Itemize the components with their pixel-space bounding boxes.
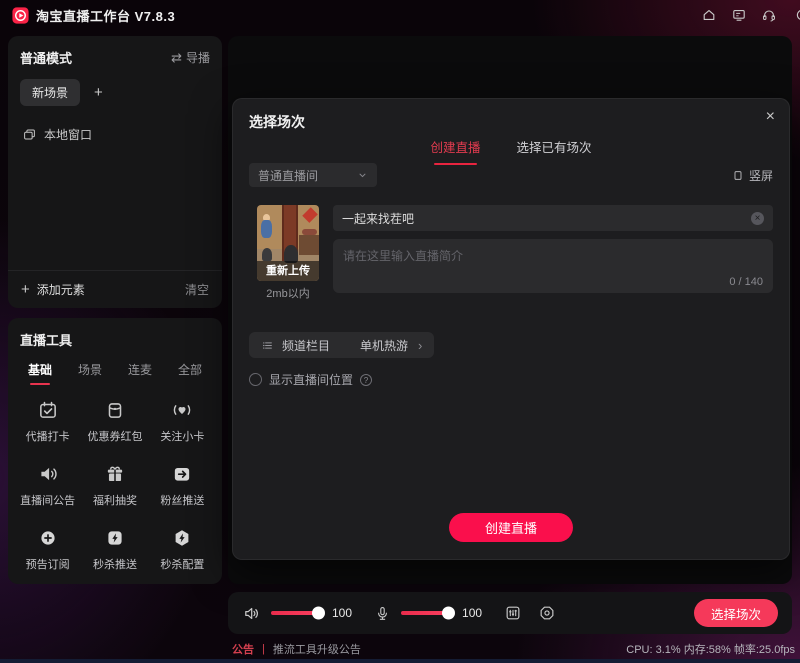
volume-slider-knob[interactable] [312, 607, 325, 620]
notice-tag: 公告 [232, 641, 254, 657]
tool-tab-scene[interactable]: 场景 [78, 361, 102, 385]
cover-size-hint: 2mb以内 [257, 285, 319, 301]
location-label: 显示直播间位置 [269, 371, 353, 388]
tab-select-existing[interactable]: 选择已有场次 [517, 137, 592, 165]
announcement-bar[interactable]: 公告 | 推流工具升级公告 [232, 641, 361, 657]
announcement-icon [37, 463, 59, 485]
portrait-mode-toggle[interactable]: 竖屏 [732, 163, 773, 187]
calendar-check-icon [37, 399, 59, 421]
mic-icon[interactable] [374, 605, 391, 622]
reupload-button[interactable]: 重新上传 [257, 261, 319, 281]
notice-text: 推流工具升级公告 [273, 641, 361, 657]
add-scene-icon[interactable]: + [94, 84, 103, 101]
help-icon[interactable]: ? [360, 374, 372, 386]
live-title-field: × [333, 205, 773, 231]
settings-icon[interactable] [538, 604, 556, 622]
cover-image[interactable]: 重新上传 [257, 205, 319, 281]
location-checkbox[interactable] [249, 373, 262, 386]
tools-panel-title: 直播工具 [20, 330, 72, 349]
cover-art-figure [302, 229, 317, 236]
more-icon[interactable] [791, 7, 800, 23]
fan-push-icon [171, 463, 193, 485]
cover-art-figure [261, 220, 272, 238]
select-session-button[interactable]: 选择场次 [694, 599, 778, 627]
mic-slider[interactable] [401, 611, 453, 615]
char-counter: 0 / 140 [729, 276, 763, 288]
tool-coupon-redpacket[interactable]: 优惠券红包 [81, 399, 148, 444]
tool-welfare-lottery[interactable]: 福利抽奖 [81, 463, 148, 508]
mic-slider-knob[interactable] [442, 607, 455, 620]
scene-panel: 普通模式 ⇄ 导播 新场景 + 本地窗口 + 添加元素 清空 [8, 36, 222, 308]
category-selector[interactable]: 频道栏目 单机热游 › [249, 332, 434, 358]
mic-value: 100 [462, 606, 482, 620]
show-location-option[interactable]: 显示直播间位置 ? [249, 371, 372, 388]
add-element-label: 添加元素 [37, 281, 85, 298]
live-tools-panel: 直播工具 基础 场景 连麦 全部 代播打卡 [8, 318, 222, 584]
tool-tab-basic[interactable]: 基础 [28, 361, 52, 385]
app-title: 淘宝直播工作台 V7.8.3 [36, 6, 175, 25]
category-label: 频道栏目 [282, 337, 330, 354]
plus-icon: + [21, 281, 30, 298]
follow-card-icon [171, 399, 193, 421]
tool-tab-all[interactable]: 全部 [178, 361, 202, 385]
tool-preview-subscribe[interactable]: 预告订阅 [14, 527, 81, 572]
cover-art-counter [299, 235, 319, 255]
chevron-down-icon [357, 170, 368, 181]
volume-slider[interactable] [271, 611, 323, 615]
portrait-label: 竖屏 [749, 167, 773, 184]
tool-seckill-push[interactable]: 秒杀推送 [81, 527, 148, 572]
cover-art-ornament [303, 207, 319, 223]
tool-room-announcement[interactable]: 直播间公告 [14, 463, 81, 508]
tool-seckill-config[interactable]: 秒杀配置 [149, 527, 216, 572]
scene-panel-title: 普通模式 [20, 48, 72, 67]
notice-separator: | [262, 643, 265, 655]
subscribe-icon [37, 527, 59, 549]
home-icon[interactable] [701, 7, 717, 23]
flash-push-icon [104, 527, 126, 549]
mixer-icon[interactable] [504, 604, 522, 622]
portrait-screen-icon [732, 169, 744, 182]
scene-tab-new[interactable]: 新场景 [20, 79, 80, 106]
tab-create-live[interactable]: 创建直播 [430, 137, 480, 165]
monitor-icon[interactable] [731, 7, 747, 23]
control-bar: 100 100 选择场次 [228, 592, 792, 634]
speaker-icon[interactable] [242, 604, 261, 623]
cover-art-figure [262, 248, 272, 261]
live-desc-input[interactable] [333, 239, 773, 293]
close-icon[interactable]: × [766, 108, 775, 126]
list-icon [261, 339, 274, 352]
red-packet-icon [104, 399, 126, 421]
chevron-right-icon: › [418, 338, 422, 353]
gift-icon [104, 463, 126, 485]
live-desc-field: 0 / 140 [333, 239, 773, 293]
app-logo-icon [12, 7, 29, 24]
clear-button[interactable]: 清空 [185, 281, 209, 298]
director-label: 导播 [186, 49, 210, 66]
modal-title: 选择场次 [249, 112, 305, 132]
performance-stats: CPU: 3.1% 内存:58% 帧率:25.0fps [626, 641, 795, 657]
headset-icon[interactable] [761, 7, 777, 23]
tool-daibo-daka[interactable]: 代播打卡 [14, 399, 81, 444]
volume-value: 100 [332, 606, 352, 620]
taskbar-edge [0, 659, 800, 663]
room-type-select[interactable]: 普通直播间 [249, 163, 377, 187]
director-mode-toggle[interactable]: ⇄ 导播 [171, 49, 210, 66]
live-title-input[interactable] [342, 211, 745, 225]
flash-config-icon [171, 527, 193, 549]
source-item-local-window[interactable]: 本地窗口 [8, 118, 222, 151]
category-value: 单机热游 [360, 337, 408, 354]
clear-input-icon[interactable]: × [751, 212, 764, 225]
add-element-button[interactable]: + 添加元素 [21, 281, 85, 298]
tool-tab-link[interactable]: 连麦 [128, 361, 152, 385]
title-bar: 淘宝直播工作台 V7.8.3 [0, 0, 800, 30]
room-type-value: 普通直播间 [258, 167, 318, 184]
swap-icon: ⇄ [171, 50, 182, 66]
create-live-button[interactable]: 创建直播 [449, 513, 573, 542]
tool-follow-card[interactable]: 关注小卡 [149, 399, 216, 444]
tool-fan-push[interactable]: 粉丝推送 [149, 463, 216, 508]
select-session-modal: 选择场次 × 创建直播 选择已有场次 普通直播间 竖屏 [232, 98, 790, 560]
window-icon [22, 127, 37, 142]
source-item-label: 本地窗口 [44, 126, 92, 143]
